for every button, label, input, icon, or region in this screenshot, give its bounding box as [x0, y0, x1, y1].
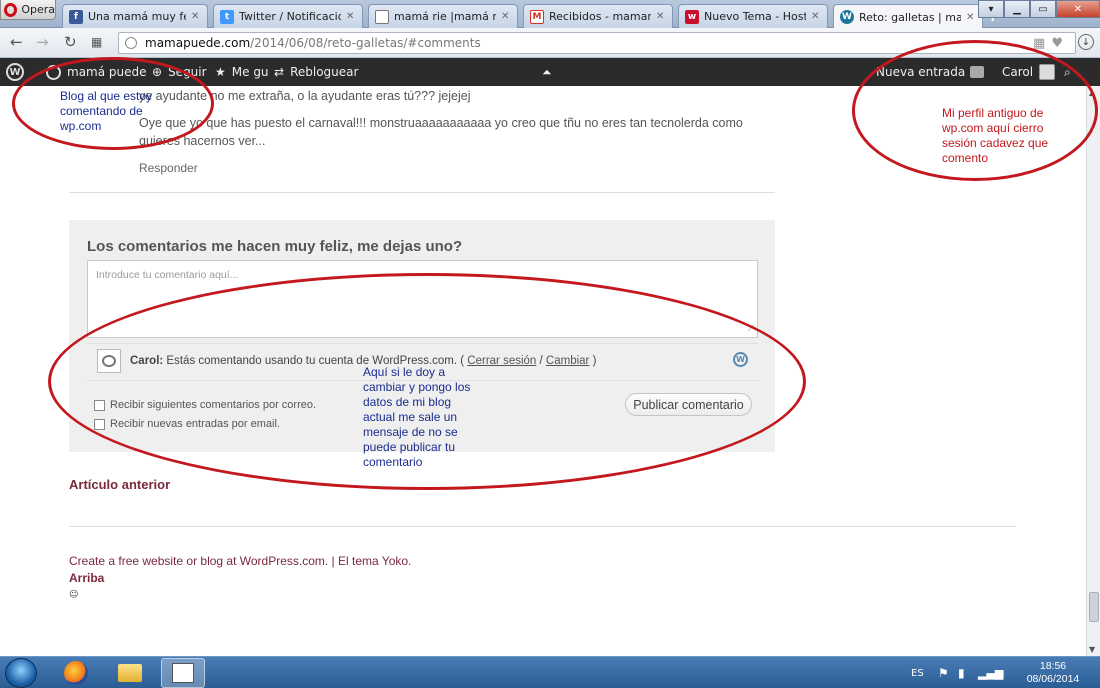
tab-mama-rie[interactable]: mamá rie |mamá rie ✕ — [368, 4, 518, 28]
url-actions: ▦♥ — [1033, 36, 1069, 51]
close-window-button[interactable]: ✕ — [1056, 0, 1100, 18]
tab-gmail[interactable]: M Recibidos - mamarrei ✕ — [523, 4, 673, 28]
footer-credit-link[interactable]: Create a free website or blog at WordPre… — [69, 554, 411, 568]
reblog-button[interactable]: ⇄ Rebloguear — [274, 58, 358, 86]
annotation-line: cambiar y pongo los — [363, 380, 471, 394]
language-indicator[interactable]: ES — [911, 657, 924, 688]
annotation-blog-note: Blog al que estoy comentando de wp.com — [60, 89, 152, 134]
action-center-icon[interactable]: ⚑ — [938, 657, 949, 688]
like-button[interactable]: ★ Me gu — [215, 58, 269, 86]
page-scrollbar[interactable]: ▲ ▼ — [1086, 86, 1100, 656]
tabs-menu-button[interactable]: ▾ — [978, 0, 1004, 18]
scroll-down-icon[interactable]: ▼ — [1089, 645, 1095, 654]
tab-close-icon[interactable]: ✕ — [656, 11, 666, 22]
maximize-button[interactable]: ▭ — [1030, 0, 1056, 18]
reload-icon[interactable]: ↻ — [64, 33, 77, 51]
tab-label: Twitter / Notificaciones — [239, 10, 341, 23]
annotation-line: mensaje de no se — [363, 425, 458, 439]
previous-post-link[interactable]: Artículo anterior — [69, 477, 170, 492]
annotation-line: comento — [942, 151, 989, 165]
site-info-icon[interactable] — [125, 37, 137, 49]
reply-link[interactable]: Responder — [139, 161, 198, 175]
tab-hosting[interactable]: w Nuevo Tema - Hosting ✕ — [678, 4, 828, 28]
tab-label: Nuevo Tema - Hosting — [704, 10, 806, 23]
tab-label: Recibidos - mamarrei — [549, 10, 651, 23]
gmail-icon: M — [530, 9, 544, 24]
reblog-icon: ⇄ — [274, 65, 285, 79]
speed-dial-icon[interactable]: ▦ — [91, 35, 102, 49]
annotation-line: comentando de — [60, 104, 143, 118]
scrollbar-thumb[interactable] — [1089, 592, 1099, 622]
tab-facebook[interactable]: f Una mamá muy feliz ✕ — [62, 4, 208, 28]
tab-reto-galletas[interactable]: W Reto: galletas | mamá p ✕ — [833, 4, 983, 29]
annotation-line: actual me sale un — [363, 410, 458, 424]
tab-close-icon[interactable]: ✕ — [191, 11, 201, 22]
reblog-label: Rebloguear — [290, 65, 359, 79]
comment-text-line: Oye que yo que has puesto el carnaval!!!… — [139, 116, 743, 130]
facebook-icon: f — [69, 9, 83, 24]
twitter-icon: t — [220, 9, 234, 24]
clock-date: 08/06/2014 — [1026, 673, 1080, 685]
annotation-line: wp.com aquí cierro — [942, 121, 1044, 135]
back-to-top-link[interactable]: Arriba — [69, 571, 104, 585]
smiley-icon: ☺ — [69, 590, 79, 600]
opera-menu-label: Opera — [21, 3, 55, 16]
wordpress-icon: W — [840, 10, 854, 24]
avatar-icon — [375, 9, 389, 24]
annotation-line: puede publicar tu — [363, 440, 456, 454]
window-controls: ▾ ▁ ▭ ✕ — [978, 0, 1100, 18]
tab-label: Una mamá muy feliz — [88, 10, 186, 23]
star-icon: ★ — [215, 65, 226, 79]
divider — [69, 526, 1016, 527]
windows-taskbar: ES ⚑ ▮ ▂▄▆ 🔈︎ 18:56 08/06/2014 — [0, 656, 1100, 688]
firefox-icon — [64, 661, 88, 685]
power-icon[interactable]: ▮ — [958, 657, 965, 688]
volume-icon[interactable]: 🔈︎ — [1000, 657, 1007, 688]
heart-icon[interactable]: ♥ — [1051, 36, 1069, 51]
wordpress-icon: W — [6, 63, 24, 81]
tab-close-icon[interactable]: ✕ — [966, 12, 976, 23]
clock-time: 18:56 — [1039, 660, 1067, 672]
url-path: /2014/06/08/reto-galletas/#comments — [250, 36, 481, 50]
collapse-bar-button[interactable]: ⏶ — [542, 58, 552, 86]
annotation-profile-note: Mi perfil antiguo de wp.com aquí cierro … — [942, 106, 1048, 166]
annotation-line: datos de mi blog — [363, 395, 452, 409]
tab-label: Reto: galletas | mamá p — [859, 10, 961, 24]
comment-form-title: Los comentarios me hacen muy feliz, me d… — [87, 238, 463, 255]
comment-placeholder: Introduce tu comentario aquí... — [96, 269, 239, 281]
folder-icon — [118, 664, 142, 682]
browser-tab-strip: Opera f Una mamá muy feliz ✕ t Twitter /… — [0, 0, 1100, 29]
annotation-line: Aquí si le doy a — [363, 365, 446, 379]
tab-close-icon[interactable]: ✕ — [501, 11, 511, 22]
annotation-line: sesión cadavez que — [942, 136, 1049, 150]
annotation-line: Blog al que estoy — [60, 89, 153, 103]
start-button[interactable] — [5, 658, 37, 688]
language-label: ES — [911, 667, 924, 679]
tab-label: mamá rie |mamá rie — [394, 10, 496, 23]
taskbar-opera[interactable] — [161, 658, 205, 688]
tab-twitter[interactable]: t Twitter / Notificaciones ✕ — [213, 4, 363, 28]
tab-close-icon[interactable]: ✕ — [811, 11, 821, 22]
wp-logo-button[interactable]: W — [6, 58, 24, 86]
collapse-icon: ⏶ — [542, 64, 552, 79]
system-clock[interactable]: 18:56 08/06/2014 — [1024, 660, 1082, 686]
back-arrow-icon[interactable]: ← — [10, 33, 23, 51]
tab-close-icon[interactable]: ✕ — [346, 11, 356, 22]
annotation-line: Mi perfil antiguo de — [942, 106, 1044, 120]
divider — [69, 192, 775, 193]
forward-arrow-icon[interactable]: → — [36, 33, 49, 51]
minimize-button[interactable]: ▁ — [1004, 0, 1030, 18]
annotation-line: comentario — [363, 455, 423, 469]
url-host: mamapuede.com — [145, 36, 251, 50]
download-icon[interactable]: ↓ — [1078, 34, 1094, 50]
annotation-change-note: Aquí si le doy a cambiar y pongo los dat… — [363, 365, 470, 470]
hosting-icon: w — [685, 9, 699, 24]
browser-window-icon — [172, 663, 194, 683]
opera-logo-icon — [4, 2, 18, 17]
taskbar-explorer[interactable] — [108, 658, 152, 688]
like-label: Me gu — [231, 65, 269, 79]
opera-menu-button[interactable]: Opera — [0, 0, 56, 20]
taskbar-firefox[interactable] — [54, 658, 98, 688]
annotation-line: wp.com — [60, 119, 102, 133]
